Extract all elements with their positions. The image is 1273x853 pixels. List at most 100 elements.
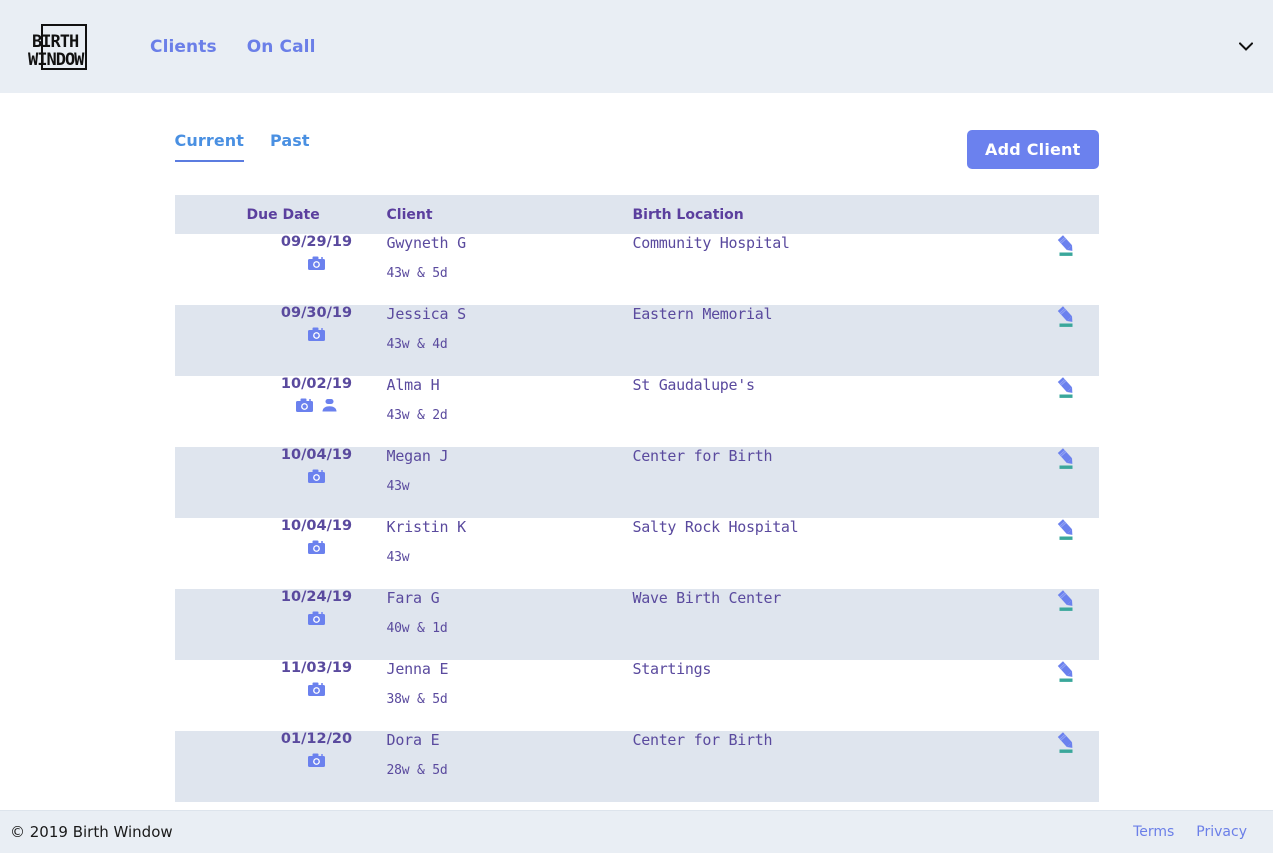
th-due-date: Due Date [246, 195, 387, 234]
cell-edit-action[interactable] [1032, 660, 1099, 731]
pencil-edit-icon[interactable] [1054, 447, 1078, 471]
pencil-edit-icon[interactable] [1054, 234, 1078, 258]
cell-edit-action[interactable] [1032, 447, 1099, 518]
nav-links: Clients On Call [150, 37, 316, 57]
cell-edit-action[interactable] [1032, 518, 1099, 589]
camera-icon[interactable] [308, 469, 325, 484]
cell-birth-location: Wave Birth Center [632, 589, 1033, 660]
camera-icon[interactable] [308, 540, 325, 555]
cell-client: Dora E 28w & 5d [386, 731, 633, 802]
client-name: Gwyneth G [386, 234, 467, 252]
cell-spacer [174, 589, 247, 660]
th-actions [1032, 195, 1099, 234]
page-footer: © 2019 Birth Window Terms Privacy [0, 810, 1273, 853]
cell-birth-location: Eastern Memorial [632, 305, 1033, 376]
nav-link-clients[interactable]: Clients [150, 37, 217, 57]
cell-birth-location: Salty Rock Hospital [632, 518, 1033, 589]
cell-edit-action[interactable] [1032, 376, 1099, 447]
cell-due-date: 10/04/19 [246, 518, 387, 589]
gestational-age: 43w & 4d [386, 337, 448, 352]
camera-icon[interactable] [308, 256, 325, 271]
content-container: Current Past Add Client Due Date Client … [174, 93, 1099, 802]
cell-spacer [174, 234, 247, 305]
table-row[interactable]: 09/30/19 Jessica S 43w & 4d Eastern Memoria… [174, 305, 1099, 376]
table-header: Due Date Client Birth Location [174, 195, 1099, 234]
table-row[interactable]: 11/03/19 Jenna E 38w & 5d Startings [174, 660, 1099, 731]
gestational-age: 40w & 1d [386, 621, 448, 636]
camera-icon[interactable] [308, 327, 325, 342]
cell-client: Jenna E 38w & 5d [386, 660, 633, 731]
camera-icon[interactable] [308, 611, 325, 626]
cell-edit-action[interactable] [1032, 234, 1099, 305]
row-badges [247, 398, 387, 413]
cell-due-date: 01/12/20 [246, 731, 387, 802]
cell-due-date: 09/30/19 [246, 305, 387, 376]
tab-current[interactable]: Current [174, 131, 245, 162]
top-navbar: BIRTH WINDOW Clients On Call [0, 0, 1273, 93]
client-name: Megan J [386, 447, 449, 465]
gestational-age: 38w & 5d [386, 692, 448, 707]
cell-client: Jessica S 43w & 4d [386, 305, 633, 376]
svg-text:WINDOW: WINDOW [28, 50, 85, 70]
camera-icon[interactable] [308, 682, 325, 697]
table-row[interactable]: 10/04/19 Kristin K 43w Salty Rock Hospital [174, 518, 1099, 589]
pencil-edit-icon[interactable] [1054, 376, 1078, 400]
cell-due-date: 10/02/19 [246, 376, 387, 447]
footer-links: Terms Privacy [1133, 824, 1247, 840]
cell-due-date: 09/29/19 [246, 234, 387, 305]
birth-window-logo[interactable]: BIRTH WINDOW [26, 21, 88, 73]
due-date-value: 10/04/19 [280, 518, 353, 534]
pencil-edit-icon[interactable] [1054, 660, 1078, 684]
client-name: Jessica S [386, 305, 467, 323]
tab-bar: Current Past [174, 129, 310, 162]
row-badges [247, 327, 387, 342]
cell-edit-action[interactable] [1032, 731, 1099, 802]
chevron-down-icon[interactable] [1235, 36, 1257, 58]
clients-table: Due Date Client Birth Location 09/29/19 G… [174, 195, 1099, 802]
due-date-value: 09/29/19 [280, 234, 353, 250]
table-row[interactable]: 10/24/19 Fara G 40w & 1d Wave Birth Center [174, 589, 1099, 660]
pencil-edit-icon[interactable] [1054, 589, 1078, 613]
toolbar: Current Past Add Client [174, 129, 1099, 187]
add-client-button[interactable]: Add Client [967, 130, 1099, 169]
footer-copyright: © 2019 Birth Window [10, 823, 173, 841]
pencil-edit-icon[interactable] [1054, 305, 1078, 329]
cell-birth-location: St Gaudalupe's [632, 376, 1033, 447]
tab-past[interactable]: Past [270, 131, 310, 162]
cell-birth-location: Center for Birth [632, 731, 1033, 802]
cell-birth-location: Startings [632, 660, 1033, 731]
th-birth-location: Birth Location [632, 195, 1033, 234]
app-page: BIRTH WINDOW Clients On Call Current Pas… [0, 0, 1273, 853]
due-date-value: 11/03/19 [280, 660, 353, 676]
camera-icon[interactable] [295, 398, 313, 413]
table-row[interactable]: 09/29/19 Gwyneth G 43w & 5d Community Hospi… [174, 234, 1099, 305]
cell-client: Fara G 40w & 1d [386, 589, 633, 660]
cell-spacer [174, 305, 247, 376]
footer-link-terms[interactable]: Terms [1133, 824, 1174, 840]
table-row[interactable]: 01/12/20 Dora E 28w & 5d Center for Birth [174, 731, 1099, 802]
gestational-age: 43w [386, 479, 410, 494]
footer-link-privacy[interactable]: Privacy [1196, 824, 1247, 840]
table-row[interactable]: 10/02/19 Alma H 43w & 2d St Gaudalupe's [174, 376, 1099, 447]
due-date-value: 01/12/20 [280, 731, 353, 747]
due-date-value: 10/02/19 [280, 376, 353, 392]
cell-client: Alma H 43w & 2d [386, 376, 633, 447]
chevron-down-glyph [1239, 42, 1253, 51]
cell-due-date: 10/04/19 [246, 447, 387, 518]
cell-birth-location: Community Hospital [632, 234, 1033, 305]
due-date-value: 10/04/19 [280, 447, 353, 463]
table-header-row: Due Date Client Birth Location [174, 195, 1099, 234]
person-icon[interactable] [321, 398, 338, 413]
cell-birth-location: Center for Birth [632, 447, 1033, 518]
cell-edit-action[interactable] [1032, 305, 1099, 376]
pencil-edit-icon[interactable] [1054, 731, 1078, 755]
cell-client: Kristin K 43w [386, 518, 633, 589]
logo-mark: BIRTH WINDOW [28, 23, 87, 70]
due-date-value: 10/24/19 [280, 589, 353, 605]
client-name: Fara G [386, 589, 440, 607]
table-row[interactable]: 10/04/19 Megan J 43w Center for Birth [174, 447, 1099, 518]
nav-link-on-call[interactable]: On Call [247, 37, 316, 57]
camera-icon[interactable] [308, 753, 325, 768]
pencil-edit-icon[interactable] [1054, 518, 1078, 542]
cell-edit-action[interactable] [1032, 589, 1099, 660]
